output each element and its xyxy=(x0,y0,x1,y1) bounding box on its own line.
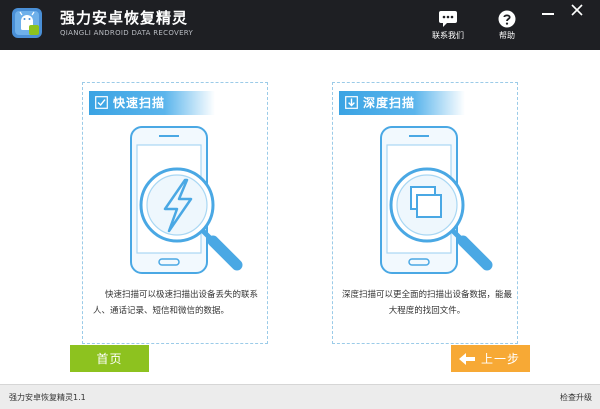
title-bar: 强力安卓恢复精灵 QIANGLI ANDROID DATA RECOVERY 联… xyxy=(0,0,600,50)
quick-scan-banner: 快速扫描 xyxy=(89,91,215,115)
deep-scan-description: 深度扫描可以更全面的扫描出设备数据，能最大程度的找回文件。 xyxy=(341,290,512,316)
contact-us-button[interactable]: 联系我们 xyxy=(425,10,471,44)
contact-us-label: 联系我们 xyxy=(432,31,464,40)
status-bar: 强力安卓恢复精灵1.1 检查升级 xyxy=(0,384,600,409)
checkbox-icon xyxy=(95,96,108,109)
home-button[interactable]: 首页 xyxy=(70,345,149,372)
quick-scan-title: 快速扫描 xyxy=(113,96,166,110)
deep-scan-illustration xyxy=(380,126,493,274)
quick-scan-panel[interactable]: 快速扫描 快速扫描可以极速扫描出设备丢失的联系人、通话记录、短信和微信的数据。 xyxy=(82,82,268,344)
quick-scan-description: 快速扫描可以极速扫描出设备丢失的联系人、通话记录、短信和微信的数据。 xyxy=(93,290,259,316)
help-label: 帮助 xyxy=(499,31,515,40)
question-icon xyxy=(498,10,516,28)
app-logo-icon xyxy=(12,8,42,38)
download-box-icon xyxy=(345,96,358,109)
home-button-label: 首页 xyxy=(96,352,123,366)
app-title: 强力安卓恢复精灵 xyxy=(60,9,189,27)
minimize-icon[interactable] xyxy=(541,4,555,16)
help-button[interactable]: 帮助 xyxy=(484,10,530,44)
app-subtitle: QIANGLI ANDROID DATA RECOVERY xyxy=(60,29,194,37)
deep-scan-banner: 深度扫描 xyxy=(339,91,465,115)
version-label: 强力安卓恢复精灵1.1 xyxy=(9,393,86,402)
chat-icon xyxy=(439,11,457,27)
back-button-label: 上一步 xyxy=(481,352,521,366)
deep-scan-panel[interactable]: 深度扫描 深度扫描可以更全面的扫描出设备数据，能最大程度的找回文件。 xyxy=(332,82,518,344)
arrow-left-icon xyxy=(459,353,475,365)
close-icon[interactable] xyxy=(570,3,584,17)
back-button[interactable]: 上一步 xyxy=(451,345,530,372)
quick-scan-illustration xyxy=(130,126,243,274)
check-update-link[interactable]: 检查升级 xyxy=(560,392,592,403)
deep-scan-title: 深度扫描 xyxy=(363,96,416,110)
